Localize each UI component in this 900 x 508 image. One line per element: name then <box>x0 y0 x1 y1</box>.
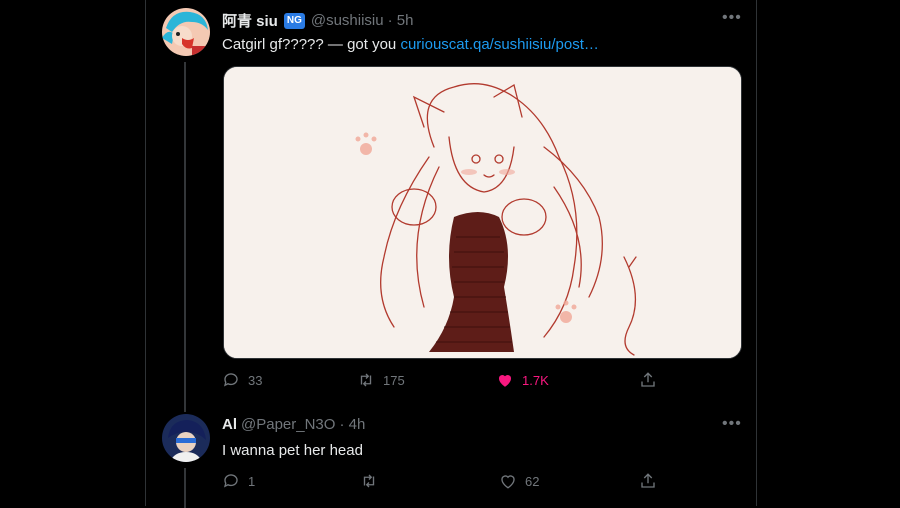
share-button[interactable] <box>639 371 657 389</box>
retweet-count: 175 <box>383 372 405 388</box>
ng-badge-icon: NG <box>283 12 305 29</box>
reply-count: 33 <box>248 372 263 388</box>
like-count: 62 <box>525 473 540 489</box>
like-button[interactable]: 1.7K <box>496 371 549 389</box>
timestamp[interactable]: · 5h <box>388 12 414 29</box>
heart-icon <box>501 475 515 489</box>
tweet-header: 阿青 siu NG @sushiisiu · 5h <box>222 10 413 31</box>
share-icon <box>641 372 655 387</box>
catgirl-drawing <box>224 67 741 358</box>
handle[interactable]: @Paper_N3O <box>241 416 335 433</box>
retweet-button[interactable]: 175 <box>357 371 405 389</box>
more-options-icon[interactable]: ••• <box>722 415 742 433</box>
tweet-text: I wanna pet her head <box>222 442 363 459</box>
tweet-body: Catgirl gf????? — got you <box>222 36 401 53</box>
heart-filled-icon <box>498 374 512 387</box>
reply-count: 1 <box>248 473 256 489</box>
tweet-actions: 33 175 1.7K <box>222 371 662 391</box>
display-name[interactable]: Al <box>222 416 237 433</box>
display-name[interactable]: 阿青 siu <box>222 10 278 31</box>
reply-icon <box>223 474 238 488</box>
tweet-header: Al @Paper_N3O · 4h <box>222 416 365 433</box>
handle[interactable]: @sushiisiu <box>311 12 384 29</box>
avatar[interactable] <box>162 8 210 56</box>
thread-connector-lower <box>184 468 186 508</box>
tweet-actions: 1 62 <box>222 472 662 492</box>
retweet-button[interactable] <box>360 472 386 490</box>
tweet-link[interactable]: curiouscat.qa/sushiisiu/post… <box>400 36 598 53</box>
like-button[interactable]: 62 <box>499 472 539 490</box>
avatar[interactable] <box>162 414 210 462</box>
tweet-image[interactable] <box>223 66 742 359</box>
tweet-text: Catgirl gf????? — got you curiouscat.qa/… <box>222 36 599 53</box>
timestamp[interactable]: · 4h <box>339 416 365 433</box>
retweet-icon <box>363 474 375 488</box>
reply-icon <box>223 373 238 387</box>
like-count: 1.7K <box>522 372 549 388</box>
share-icon <box>641 473 655 488</box>
reply-button[interactable]: 33 <box>222 371 262 389</box>
thread-connector <box>184 62 186 412</box>
reply-button[interactable]: 1 <box>222 472 255 490</box>
more-options-icon[interactable]: ••• <box>722 9 742 27</box>
retweet-icon <box>360 373 372 387</box>
share-button[interactable] <box>639 472 657 490</box>
